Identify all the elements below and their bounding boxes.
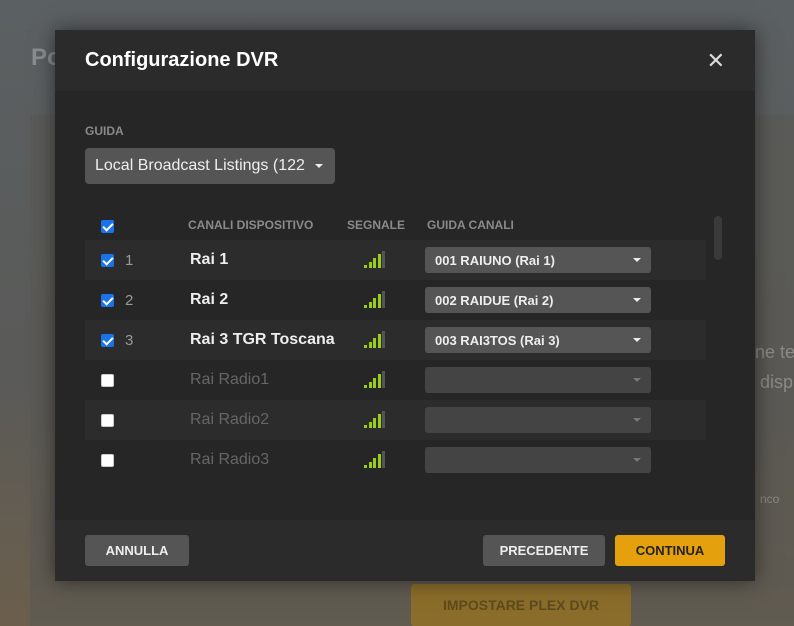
chevron-down-icon bbox=[633, 298, 641, 302]
continue-button[interactable]: CONTINUA bbox=[615, 535, 725, 566]
guide-channel-select[interactable]: 001 RAIUNO (Rai 1) bbox=[425, 247, 651, 273]
signal-bar bbox=[368, 342, 372, 348]
channel-name: Rai 3 TGR Toscana bbox=[190, 331, 335, 348]
channel-checkbox[interactable] bbox=[101, 254, 114, 267]
channel-checkbox[interactable] bbox=[101, 334, 114, 347]
signal-icon bbox=[364, 371, 386, 388]
guide-select[interactable]: Local Broadcast Listings (122 c bbox=[85, 148, 335, 184]
dialog-title: Configurazione DVR bbox=[85, 49, 279, 71]
header-signal: SEGNALE bbox=[347, 218, 406, 232]
signal-bar bbox=[364, 465, 367, 468]
table-row: 1 Rai 1 001 RAIUNO (Rai 1) bbox=[85, 240, 706, 280]
signal-bar bbox=[382, 251, 385, 268]
guide-label: GUIDA bbox=[85, 124, 124, 138]
guide-channel-value: 003 RAI3TOS (Rai 3) bbox=[435, 333, 560, 348]
guide-channel-select[interactable] bbox=[425, 407, 651, 433]
signal-bar bbox=[373, 418, 376, 428]
cancel-button[interactable]: ANNULLA bbox=[85, 535, 189, 566]
table-row: Rai Radio1 bbox=[85, 360, 706, 400]
table-header: CANALI DISPOSITIVO SEGNALE GUIDA CANALI bbox=[85, 210, 705, 240]
signal-bar bbox=[382, 451, 385, 468]
signal-bar bbox=[373, 458, 376, 468]
signal-icon bbox=[364, 251, 386, 268]
signal-bar bbox=[377, 374, 381, 388]
chevron-down-icon bbox=[633, 458, 641, 462]
dvr-config-dialog: Configurazione DVR ✕ GUIDA Local Broadca… bbox=[55, 30, 755, 581]
signal-bar bbox=[382, 411, 385, 428]
table-row: 3 Rai 3 TGR Toscana 003 RAI3TOS (Rai 3) bbox=[85, 320, 706, 360]
setup-plex-dvr-button: IMPOSTARE PLEX DVR bbox=[411, 584, 631, 626]
signal-bar bbox=[377, 334, 381, 348]
signal-bar bbox=[364, 265, 367, 268]
channel-checkbox[interactable] bbox=[101, 414, 114, 427]
signal-bar bbox=[373, 338, 376, 348]
header-device-channels: CANALI DISPOSITIVO bbox=[188, 218, 314, 232]
chevron-down-icon bbox=[633, 418, 641, 422]
signal-bar bbox=[377, 294, 381, 308]
guide-channel-select[interactable]: 002 RAIDUE (Rai 2) bbox=[425, 287, 651, 313]
chevron-down-icon bbox=[315, 164, 323, 168]
signal-bar bbox=[377, 254, 381, 268]
channel-number: 3 bbox=[125, 332, 134, 349]
background-text: ne te bbox=[755, 342, 794, 362]
signal-icon bbox=[364, 291, 386, 308]
channel-checkbox[interactable] bbox=[101, 374, 114, 387]
signal-bar bbox=[373, 258, 376, 268]
signal-icon bbox=[364, 331, 386, 348]
dialog-footer: ANNULLA PRECEDENTE CONTINUA bbox=[55, 520, 755, 581]
guide-channel-value: 002 RAIDUE (Rai 2) bbox=[435, 293, 554, 308]
signal-bar bbox=[373, 298, 376, 308]
guide-channel-value: 001 RAIUNO (Rai 1) bbox=[435, 253, 555, 268]
signal-icon bbox=[364, 411, 386, 428]
signal-bar bbox=[382, 331, 385, 348]
signal-bar bbox=[377, 414, 381, 428]
guide-channel-select[interactable] bbox=[425, 447, 651, 473]
channel-checkbox[interactable] bbox=[101, 454, 114, 467]
chevron-down-icon bbox=[633, 258, 641, 262]
signal-bar bbox=[373, 378, 376, 388]
select-all-checkbox[interactable] bbox=[101, 220, 114, 233]
chevron-down-icon bbox=[633, 378, 641, 382]
chevron-down-icon bbox=[633, 338, 641, 342]
channel-list: 1 Rai 1 001 RAIUNO (Rai 1) 2 Rai 2 002 R… bbox=[85, 240, 706, 480]
channel-name: Rai 1 bbox=[190, 251, 229, 268]
signal-bar bbox=[368, 262, 372, 268]
background-text: disp bbox=[760, 372, 794, 392]
dialog-header: Configurazione DVR ✕ bbox=[55, 30, 755, 91]
channel-name: Rai 2 bbox=[190, 291, 229, 308]
channel-checkbox[interactable] bbox=[101, 294, 114, 307]
header-guide-channels: GUIDA CANALI bbox=[427, 218, 514, 232]
close-icon[interactable]: ✕ bbox=[707, 48, 725, 74]
guide-channel-select[interactable]: 003 RAI3TOS (Rai 3) bbox=[425, 327, 651, 353]
channel-name: Rai Radio1 bbox=[190, 371, 270, 388]
previous-button[interactable]: PRECEDENTE bbox=[483, 535, 605, 566]
background-text: nco bbox=[760, 492, 780, 506]
signal-bar bbox=[364, 385, 367, 388]
signal-bar bbox=[364, 425, 367, 428]
table-row: Rai Radio2 bbox=[85, 400, 706, 440]
channel-name: Rai Radio3 bbox=[190, 451, 270, 468]
table-row: Rai Radio3 bbox=[85, 440, 706, 480]
signal-bar bbox=[364, 305, 367, 308]
signal-bar bbox=[364, 345, 367, 348]
signal-icon bbox=[364, 451, 386, 468]
signal-bar bbox=[382, 291, 385, 308]
channel-name: Rai Radio2 bbox=[190, 411, 270, 428]
scrollbar[interactable] bbox=[714, 216, 722, 260]
signal-bar bbox=[368, 302, 372, 308]
signal-bar bbox=[382, 371, 385, 388]
signal-bar bbox=[368, 382, 372, 388]
channel-number: 2 bbox=[125, 292, 134, 309]
signal-bar bbox=[368, 462, 372, 468]
signal-bar bbox=[377, 454, 381, 468]
guide-channel-select[interactable] bbox=[425, 367, 651, 393]
table-row: 2 Rai 2 002 RAIDUE (Rai 2) bbox=[85, 280, 706, 320]
channel-number: 1 bbox=[125, 252, 134, 269]
guide-select-value: Local Broadcast Listings (122 c bbox=[95, 157, 309, 174]
signal-bar bbox=[368, 422, 372, 428]
